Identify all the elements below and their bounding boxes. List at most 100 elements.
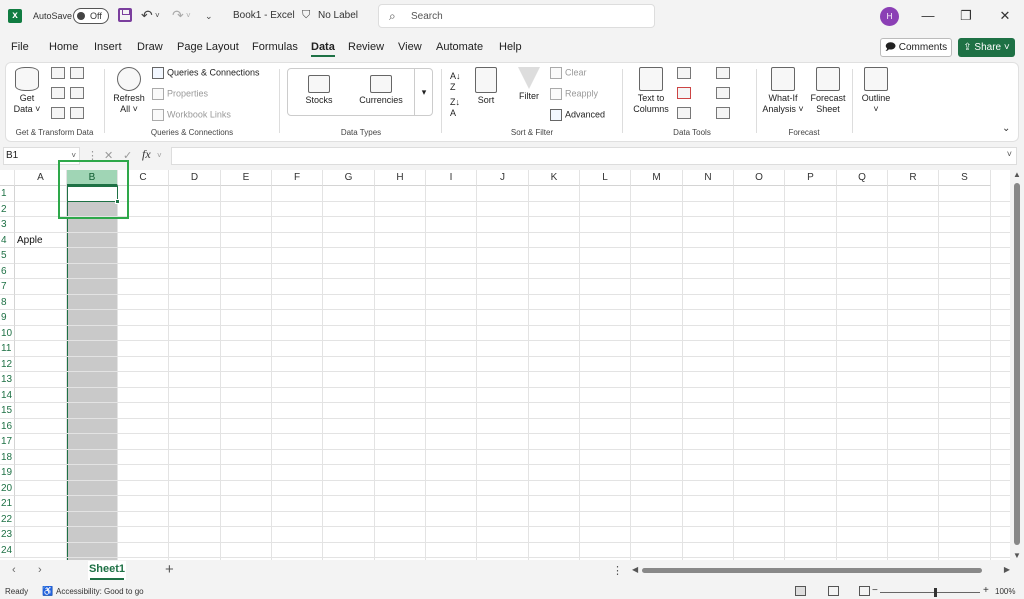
row-header-2[interactable]: 2 — [0, 201, 15, 217]
column-header-j[interactable]: J — [477, 170, 529, 186]
page-break-view-icon[interactable] — [859, 586, 870, 596]
page-layout-view-icon[interactable] — [828, 586, 839, 596]
normal-view-icon[interactable] — [795, 586, 806, 596]
forecast-sheet-button[interactable]: Forecast Sheet — [808, 67, 848, 115]
row-header-23[interactable]: 23 — [0, 527, 15, 543]
row-header-12[interactable]: 12 — [0, 356, 15, 372]
from-picture-icon[interactable] — [51, 107, 65, 119]
column-header-h[interactable]: H — [375, 170, 426, 186]
row-header-19[interactable]: 19 — [0, 465, 15, 481]
row-header-3[interactable]: 3 — [0, 217, 15, 233]
column-header-o[interactable]: O — [734, 170, 785, 186]
row-header-20[interactable]: 20 — [0, 480, 15, 496]
column-header-n[interactable]: N — [683, 170, 734, 186]
stocks-button[interactable]: Stocks — [301, 75, 337, 106]
sort-button[interactable]: Sort — [473, 67, 499, 106]
tab-page-layout[interactable]: Page Layout — [177, 41, 239, 53]
consolidate-icon[interactable] — [716, 67, 730, 79]
undo-dropdown-icon[interactable]: ˅ — [155, 11, 160, 20]
workbook-links-button[interactable]: Workbook Links — [152, 109, 231, 121]
row-header-21[interactable]: 21 — [0, 496, 15, 512]
existing-connections-icon[interactable] — [70, 107, 84, 119]
advanced-button[interactable]: Advanced — [550, 109, 605, 121]
column-header-q[interactable]: Q — [837, 170, 888, 186]
accessibility-icon[interactable]: ♿ — [42, 586, 53, 597]
restore-button[interactable]: ❐ — [956, 6, 976, 26]
zoom-out-button[interactable]: − — [872, 585, 878, 596]
row-header-7[interactable]: 7 — [0, 279, 15, 295]
vertical-scrollbar[interactable]: ▲ ▼ — [1010, 170, 1024, 560]
redo-dropdown-icon[interactable]: ˅ — [186, 11, 191, 20]
refresh-all-button[interactable]: Refresh All ˅ — [112, 67, 146, 115]
sort-z-a-icon[interactable]: Z↓ A — [450, 97, 460, 119]
row-header-22[interactable]: 22 — [0, 511, 15, 527]
tab-help[interactable]: Help — [499, 41, 522, 53]
get-data-button[interactable]: Get Data ˅ — [12, 67, 42, 115]
column-header-d[interactable]: D — [169, 170, 221, 186]
column-header-f[interactable]: F — [272, 170, 323, 186]
row-header-8[interactable]: 8 — [0, 294, 15, 310]
filter-button[interactable]: Filter — [515, 67, 543, 102]
collapse-ribbon-icon[interactable]: ⌄ — [1002, 123, 1010, 134]
row-header-17[interactable]: 17 — [0, 434, 15, 450]
column-header-s[interactable]: S — [939, 170, 991, 186]
sensitivity-label[interactable]: No Label — [318, 10, 358, 21]
horizontal-scroll-thumb[interactable] — [642, 568, 982, 573]
row-header-24[interactable]: 24 — [0, 542, 15, 558]
scroll-down-icon[interactable]: ▼ — [1013, 551, 1021, 560]
scroll-right-icon[interactable]: ▶ — [1004, 565, 1010, 574]
accessibility-status[interactable]: Accessibility: Good to go — [56, 587, 144, 596]
text-to-columns-button[interactable]: Text to Columns — [631, 67, 671, 115]
sheet-options-icon[interactable]: ⋮ — [612, 564, 623, 577]
from-text-icon[interactable] — [51, 67, 65, 79]
from-web-icon[interactable] — [70, 67, 84, 79]
flash-fill-icon[interactable] — [677, 67, 691, 79]
function-dropdown-icon[interactable]: ˅ — [157, 151, 162, 160]
worksheet-grid[interactable]: A B C D E F G H I J K L M N O P Q R S 1 2 3 4 5 6 7 8 9 10 11 12 13 14 15… — [0, 170, 1010, 560]
horizontal-scrollbar[interactable]: ◀ ▶ — [632, 565, 1010, 576]
column-header-g[interactable]: G — [323, 170, 375, 186]
queries-connections-button[interactable]: Queries & Connections — [152, 67, 260, 79]
sheet-prev-icon[interactable]: ‹ — [12, 564, 16, 576]
clear-button[interactable]: Clear — [550, 67, 587, 79]
scroll-up-icon[interactable]: ▲ — [1013, 170, 1021, 179]
row-header-1[interactable]: 1 — [0, 186, 15, 202]
what-if-analysis-button[interactable]: What-If Analysis ˅ — [760, 67, 806, 115]
row-header-18[interactable]: 18 — [0, 449, 15, 465]
tab-formulas[interactable]: Formulas — [252, 41, 298, 53]
column-header-e[interactable]: E — [221, 170, 272, 186]
column-header-r[interactable]: R — [888, 170, 939, 186]
customize-toolbar-icon[interactable]: ⌄ — [205, 11, 213, 22]
column-header-i[interactable]: I — [426, 170, 477, 186]
insert-function-icon[interactable]: fx — [142, 147, 151, 162]
row-header-5[interactable]: 5 — [0, 248, 15, 264]
tab-insert[interactable]: Insert — [94, 41, 122, 53]
zoom-slider[interactable] — [880, 592, 980, 593]
row-header-13[interactable]: 13 — [0, 372, 15, 388]
sheet-next-icon[interactable]: › — [38, 564, 42, 576]
share-button[interactable]: ⇪ Share ˅ — [958, 38, 1015, 57]
column-header-l[interactable]: L — [580, 170, 631, 186]
remove-duplicates-icon[interactable] — [677, 87, 691, 99]
outline-button[interactable]: Outline ˅ — [858, 67, 894, 115]
expand-formula-bar-icon[interactable]: ˅ — [1007, 149, 1012, 159]
reapply-button[interactable]: Reapply — [550, 88, 598, 100]
column-header-k[interactable]: K — [529, 170, 580, 186]
sort-a-z-icon[interactable]: A↓ Z — [450, 71, 461, 93]
relationships-icon[interactable] — [716, 87, 730, 99]
close-button[interactable]: ✕ — [995, 6, 1015, 26]
data-types-more-icon[interactable]: ▾ — [414, 68, 433, 116]
from-table-icon[interactable] — [51, 87, 65, 99]
row-header-14[interactable]: 14 — [0, 387, 15, 403]
tab-review[interactable]: Review — [348, 41, 384, 53]
tab-home[interactable]: Home — [49, 41, 78, 53]
save-icon[interactable] — [118, 8, 132, 22]
sensitivity-shield-icon[interactable]: ⛉ — [302, 9, 310, 22]
sheet-tab-sheet1[interactable]: Sheet1 — [88, 561, 126, 580]
column-header-m[interactable]: M — [631, 170, 683, 186]
row-header-6[interactable]: 6 — [0, 263, 15, 279]
scroll-left-icon[interactable]: ◀ — [632, 565, 638, 574]
data-validation-icon[interactable] — [677, 107, 691, 119]
manage-data-model-icon[interactable] — [716, 107, 730, 119]
recent-sources-icon[interactable] — [70, 87, 84, 99]
